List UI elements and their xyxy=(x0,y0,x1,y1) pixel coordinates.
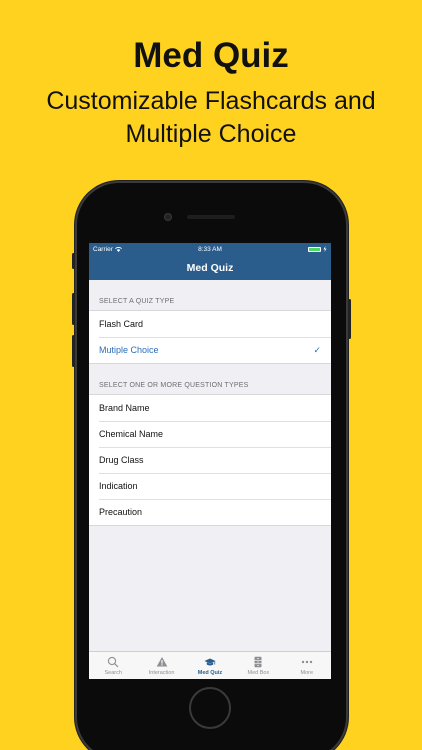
search-icon xyxy=(108,656,119,668)
app-screen: Carrier 8:33 AM Med Quiz SELECT A QUIZ T… xyxy=(89,243,331,679)
carrier-label: Carrier xyxy=(93,245,113,253)
wifi-icon xyxy=(114,246,122,252)
tab-label: Interaction xyxy=(148,670,175,676)
promo-title: Med Quiz xyxy=(133,36,289,75)
carrier-group: Carrier xyxy=(93,246,122,253)
status-time: 8:33 AM xyxy=(198,245,222,253)
volume-down-button xyxy=(72,335,75,367)
question-type-precaution[interactable]: Precaution xyxy=(89,499,331,525)
tab-label: Med Quiz xyxy=(197,670,223,676)
quiz-type-label: Flash Card xyxy=(99,319,144,329)
tab-bar: Search Interaction Med Quiz Med Box More xyxy=(89,651,331,679)
promo-subtitle-line1: Customizable Flashcards and xyxy=(46,87,376,115)
power-button xyxy=(348,299,351,339)
promo-subtitle-line2: Multiple Choice xyxy=(125,120,297,148)
battery-icon xyxy=(308,246,321,252)
quiz-type-list: Flash Card Mutiple Choice ✓ xyxy=(89,310,331,364)
question-type-label: Brand Name xyxy=(99,403,150,413)
phone-frame: Carrier 8:33 AM Med Quiz SELECT A QUIZ T… xyxy=(72,181,351,750)
cabinet-icon xyxy=(254,656,262,668)
tab-search[interactable]: Search xyxy=(89,652,137,676)
tab-med-quiz[interactable]: Med Quiz xyxy=(186,652,234,676)
question-types-header: SELECT ONE OR MORE QUESTION TYPES xyxy=(99,382,249,389)
question-type-label: Drug Class xyxy=(99,455,144,465)
status-bar: Carrier 8:33 AM xyxy=(89,243,331,255)
more-icon xyxy=(301,660,312,664)
graduation-cap-icon xyxy=(204,658,216,666)
volume-up-button xyxy=(72,293,75,325)
charging-icon xyxy=(323,246,327,252)
question-type-drug-class[interactable]: Drug Class xyxy=(89,447,331,473)
warning-icon xyxy=(156,657,167,667)
quiz-type-header: SELECT A QUIZ TYPE xyxy=(99,298,175,305)
tab-med-box[interactable]: Med Box xyxy=(234,652,282,676)
quiz-type-flash-card[interactable]: Flash Card xyxy=(89,311,331,337)
earpiece-speaker xyxy=(187,215,235,219)
tab-interaction[interactable]: Interaction xyxy=(138,652,186,676)
tab-more[interactable]: More xyxy=(283,652,331,676)
question-types-list: Brand Name Chemical Name Drug Class Indi… xyxy=(89,394,331,526)
question-type-label: Precaution xyxy=(99,507,143,517)
question-type-chemical-name[interactable]: Chemical Name xyxy=(89,421,331,447)
quiz-type-label: Mutiple Choice xyxy=(99,345,159,355)
question-type-indication[interactable]: Indication xyxy=(89,473,331,499)
battery-group xyxy=(308,246,327,252)
front-camera xyxy=(164,213,172,221)
mute-switch xyxy=(72,253,75,269)
tab-label: More xyxy=(300,670,314,676)
tab-label: Med Box xyxy=(247,670,270,676)
nav-title: Med Quiz xyxy=(89,255,331,280)
home-button[interactable] xyxy=(189,687,231,729)
promo-subtitle: Customizable Flashcards and Multiple Cho… xyxy=(20,85,402,151)
question-type-label: Chemical Name xyxy=(99,429,164,439)
question-type-brand-name[interactable]: Brand Name xyxy=(89,395,331,421)
question-type-label: Indication xyxy=(99,481,138,491)
tab-label: Search xyxy=(104,670,122,676)
quiz-type-multiple-choice[interactable]: Mutiple Choice ✓ xyxy=(89,337,331,363)
checkmark-icon: ✓ xyxy=(313,344,321,355)
